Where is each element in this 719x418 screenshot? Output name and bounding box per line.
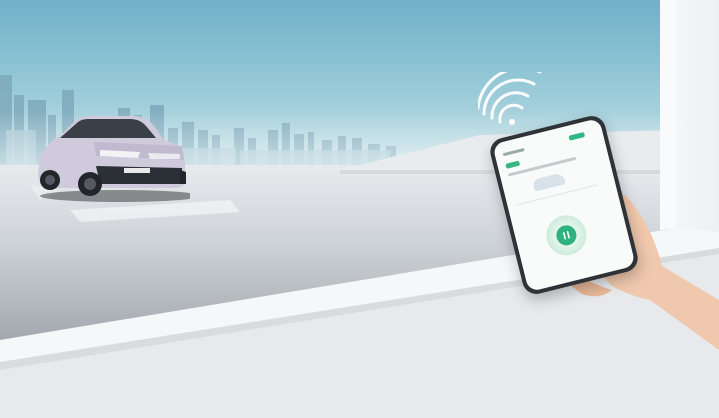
divider — [515, 184, 598, 206]
app-header — [502, 132, 586, 158]
car-thumbnail — [532, 172, 566, 192]
power-icon — [562, 231, 570, 240]
remote-action-button[interactable] — [542, 211, 591, 260]
app-title-placeholder — [502, 147, 525, 157]
scene — [0, 0, 719, 418]
remote-action-core[interactable] — [554, 223, 579, 248]
info-line — [507, 156, 577, 177]
status-tag — [568, 132, 586, 141]
status-pill — [505, 160, 521, 169]
